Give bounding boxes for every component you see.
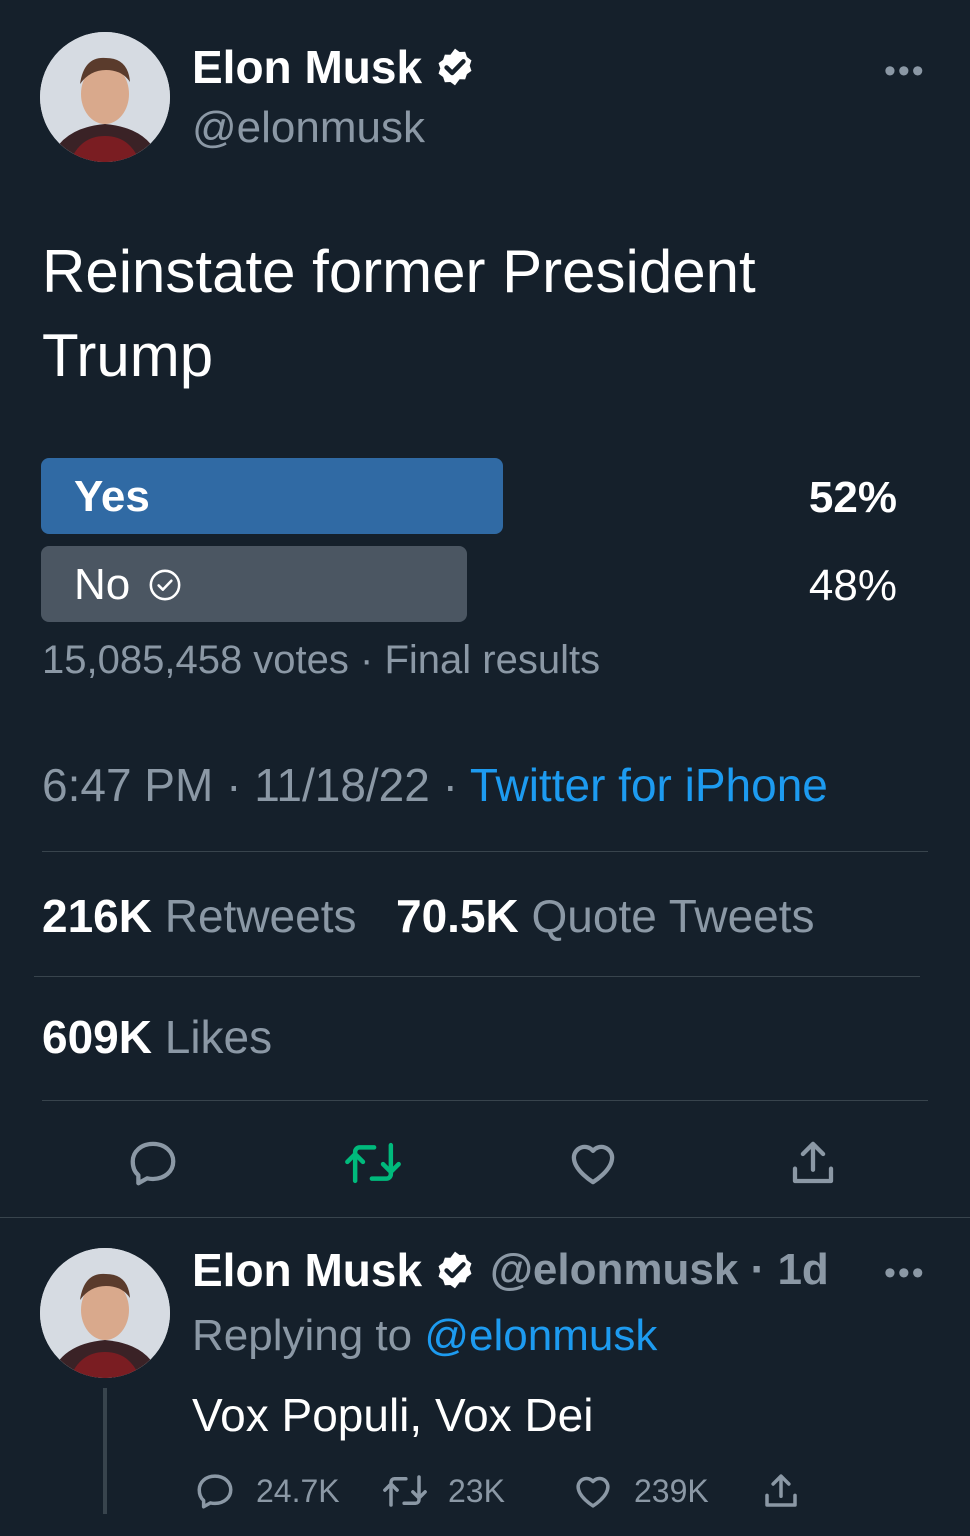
poll-separator: ·	[348, 638, 385, 682]
author-avatar[interactable]	[40, 32, 170, 162]
tweet-date[interactable]: 11/18/22	[254, 759, 430, 811]
retweet-icon[interactable]	[344, 1136, 402, 1190]
reply-like-button[interactable]: 239K	[572, 1470, 709, 1512]
tweet-time[interactable]: 6:47 PM	[42, 759, 213, 811]
poll-option-no-percent: 48%	[808, 561, 897, 610]
reply-replies-count: 24.7K	[256, 1473, 340, 1509]
thread-line	[103, 1388, 107, 1514]
reply-reply-button[interactable]: 24.7K	[194, 1470, 340, 1512]
tweet-source-link[interactable]: Twitter for iPhone	[470, 759, 828, 811]
share-icon	[765, 1474, 797, 1507]
like-icon	[576, 1476, 610, 1508]
likes-label: Likes	[164, 1011, 273, 1063]
tweet-timestamp: 6:47 PM · 11/18/22 · Twitter for iPhone	[42, 759, 828, 811]
more-icon[interactable]: •••	[884, 1256, 926, 1290]
share-icon[interactable]	[786, 1136, 840, 1190]
verified-badge-icon	[434, 46, 476, 88]
reply-header: Elon Musk @elonmusk · 1d	[192, 1244, 829, 1296]
reply-retweets-count: 23K	[448, 1473, 505, 1509]
author-name[interactable]: Elon Musk	[192, 44, 476, 90]
retweets-label: Retweets	[164, 890, 357, 942]
reply-likes-count: 239K	[634, 1473, 709, 1509]
reply-share-button[interactable]	[760, 1470, 822, 1512]
likes-count: 609K	[42, 1011, 152, 1063]
author-name-text: Elon Musk	[192, 41, 423, 93]
poll-option-no-label: No	[74, 563, 182, 607]
check-circle-icon	[148, 568, 182, 602]
poll-status: Final results	[384, 638, 601, 682]
quote-tweets-stat[interactable]: 70.5K Quote Tweets	[396, 893, 815, 939]
poll-summary: 15,085,458 votes · Final results	[42, 640, 600, 680]
verified-badge-icon	[434, 1249, 476, 1291]
quote-tweets-count: 70.5K	[396, 890, 519, 942]
retweet-icon	[383, 1475, 427, 1507]
poll-votes: 15,085,458 votes	[42, 638, 349, 682]
retweets-stat[interactable]: 216K Retweets	[42, 893, 357, 939]
reply-author-avatar[interactable]	[40, 1248, 170, 1378]
reply-age: 1d	[777, 1245, 829, 1294]
poll-option-yes-label: Yes	[74, 472, 150, 521]
reply-text: Vox Populi, Vox Dei	[192, 1389, 594, 1441]
avatar-image	[40, 1248, 170, 1378]
replying-to: Replying to @elonmusk	[192, 1314, 657, 1358]
likes-stat[interactable]: 609K Likes	[42, 1014, 272, 1060]
replying-to-prefix: Replying to	[192, 1311, 413, 1360]
divider	[42, 851, 928, 852]
quote-tweets-label: Quote Tweets	[531, 890, 815, 942]
retweets-count: 216K	[42, 890, 152, 942]
replying-to-link[interactable]: @elonmusk	[424, 1311, 657, 1360]
poll-option-yes-percent: 52%	[808, 473, 897, 522]
more-icon[interactable]: •••	[884, 54, 926, 88]
avatar-image	[40, 32, 170, 162]
divider	[0, 1217, 970, 1218]
reply-icon	[197, 1474, 233, 1509]
tweet-text: Reinstate former President Trump	[42, 238, 756, 389]
reply-retweet-button[interactable]: 23K	[382, 1470, 505, 1512]
divider	[34, 976, 920, 977]
author-handle[interactable]: @elonmusk	[192, 106, 425, 150]
reply-author-name[interactable]: Elon Musk	[192, 1247, 422, 1293]
like-icon[interactable]	[566, 1136, 620, 1190]
reply-author-handle[interactable]: @elonmusk	[490, 1245, 738, 1294]
reply-icon[interactable]	[126, 1136, 180, 1190]
divider	[42, 1100, 928, 1101]
